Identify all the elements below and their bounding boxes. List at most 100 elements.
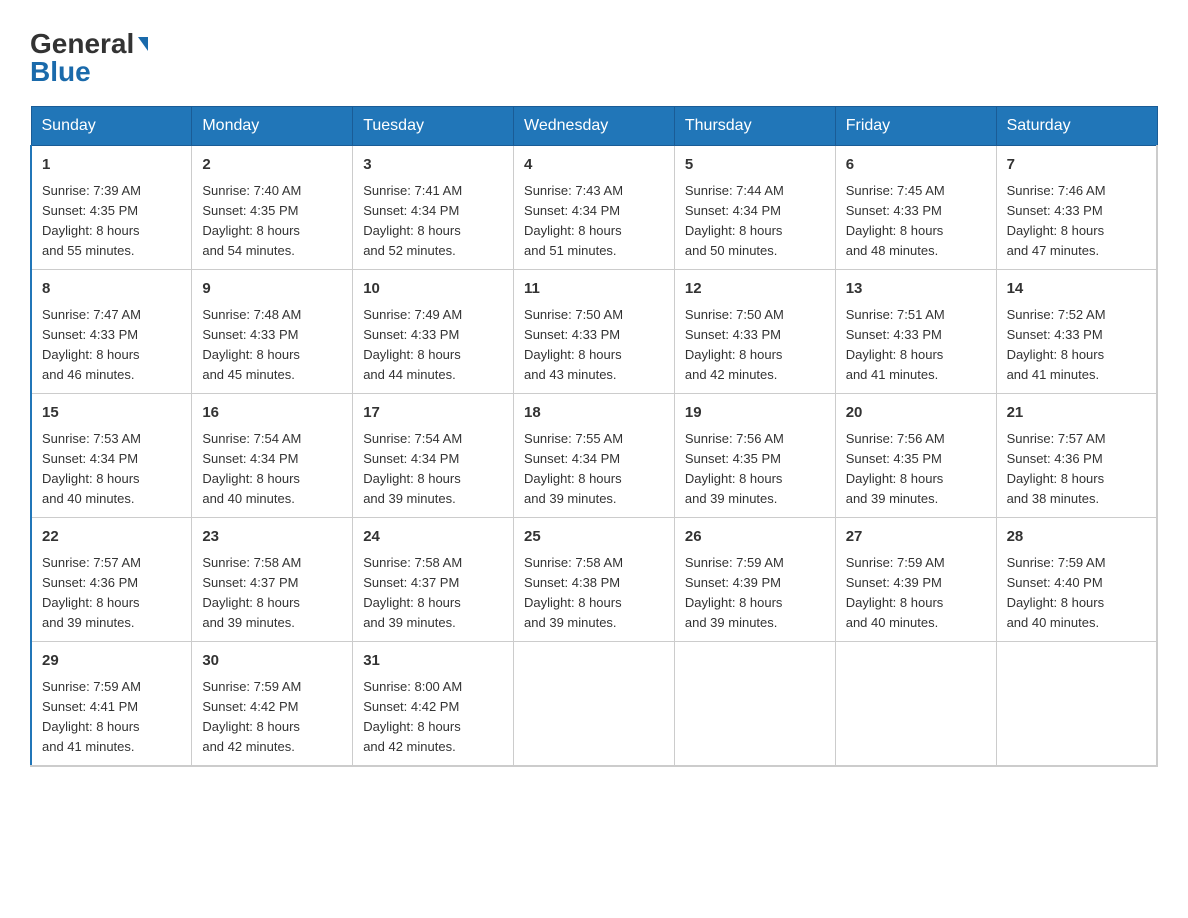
weekday-header-wednesday: Wednesday [514,107,675,146]
day-info: Sunrise: 7:40 AMSunset: 4:35 PMDaylight:… [202,181,342,262]
logo: General Blue [30,30,148,86]
day-number: 19 [685,402,825,425]
day-number: 12 [685,278,825,301]
calendar-cell: 3Sunrise: 7:41 AMSunset: 4:34 PMDaylight… [353,146,514,270]
calendar-cell [514,642,675,767]
weekday-header-sunday: Sunday [31,107,192,146]
calendar-cell: 2 Sunrise: 7:40 AMSunset: 4:35 PMDaylight… [192,146,353,270]
day-info: Sunrise: 7:59 AMSunset: 4:42 PMDaylight:… [202,677,342,758]
day-info: Sunrise: 7:48 AMSunset: 4:33 PMDaylight:… [202,305,342,386]
calendar-cell: 20 Sunrise: 7:56 AMSunset: 4:35 PMDayligh… [835,394,996,518]
calendar-cell: 6 Sunrise: 7:45 AMSunset: 4:33 PMDaylight… [835,146,996,270]
calendar-cell: 22 Sunrise: 7:57 AMSunset: 4:36 PMDayligh… [31,518,192,642]
day-info: Sunrise: 7:55 AMSunset: 4:34 PMDaylight:… [524,429,664,510]
calendar-cell: 4 Sunrise: 7:43 AMSunset: 4:34 PMDaylight… [514,146,675,270]
calendar-cell: 7Sunrise: 7:46 AMSunset: 4:33 PMDaylight… [996,146,1157,270]
day-number: 26 [685,526,825,549]
calendar-cell: 23 Sunrise: 7:58 AMSunset: 4:37 PMDayligh… [192,518,353,642]
weekday-header-tuesday: Tuesday [353,107,514,146]
logo-blue-text: Blue [30,58,91,86]
calendar-table: SundayMondayTuesdayWednesdayThursdayFrid… [30,106,1158,767]
day-number: 15 [42,402,181,425]
day-info: Sunrise: 7:45 AMSunset: 4:33 PMDaylight:… [846,181,986,262]
calendar-cell: 17Sunrise: 7:54 AMSunset: 4:34 PMDayligh… [353,394,514,518]
calendar-cell [996,642,1157,767]
weekday-header-saturday: Saturday [996,107,1157,146]
weekday-header-monday: Monday [192,107,353,146]
day-number: 14 [1007,278,1146,301]
calendar-cell: 27Sunrise: 7:59 AMSunset: 4:39 PMDayligh… [835,518,996,642]
day-info: Sunrise: 7:50 AMSunset: 4:33 PMDaylight:… [685,305,825,386]
calendar-cell: 16Sunrise: 7:54 AMSunset: 4:34 PMDayligh… [192,394,353,518]
week-row-1: 1 Sunrise: 7:39 AMSunset: 4:35 PMDaylight… [31,146,1157,270]
calendar-cell: 5 Sunrise: 7:44 AMSunset: 4:34 PMDaylight… [674,146,835,270]
weekday-header-thursday: Thursday [674,107,835,146]
day-number: 5 [685,154,825,177]
day-number: 7 [1007,154,1146,177]
day-info: Sunrise: 7:56 AMSunset: 4:35 PMDaylight:… [846,429,986,510]
day-info: Sunrise: 7:59 AMSunset: 4:39 PMDaylight:… [685,553,825,634]
day-info: Sunrise: 7:58 AMSunset: 4:37 PMDaylight:… [202,553,342,634]
calendar-cell [674,642,835,767]
calendar-cell: 11Sunrise: 7:50 AMSunset: 4:33 PMDayligh… [514,270,675,394]
day-info: Sunrise: 7:59 AMSunset: 4:40 PMDaylight:… [1007,553,1146,634]
day-info: Sunrise: 7:53 AMSunset: 4:34 PMDaylight:… [42,429,181,510]
day-info: Sunrise: 7:50 AMSunset: 4:33 PMDaylight:… [524,305,664,386]
calendar-cell: 1 Sunrise: 7:39 AMSunset: 4:35 PMDaylight… [31,146,192,270]
day-number: 1 [42,154,181,177]
day-info: Sunrise: 7:57 AMSunset: 4:36 PMDaylight:… [42,553,181,634]
day-number: 4 [524,154,664,177]
day-number: 30 [202,650,342,673]
day-number: 17 [363,402,503,425]
day-info: Sunrise: 7:51 AMSunset: 4:33 PMDaylight:… [846,305,986,386]
calendar-cell: 9 Sunrise: 7:48 AMSunset: 4:33 PMDaylight… [192,270,353,394]
day-number: 22 [42,526,181,549]
header: General Blue [30,30,1158,86]
calendar-cell: 19 Sunrise: 7:56 AMSunset: 4:35 PMDayligh… [674,394,835,518]
day-info: Sunrise: 7:39 AMSunset: 4:35 PMDaylight:… [42,181,181,262]
day-info: Sunrise: 7:58 AMSunset: 4:38 PMDaylight:… [524,553,664,634]
week-row-4: 22 Sunrise: 7:57 AMSunset: 4:36 PMDayligh… [31,518,1157,642]
day-info: Sunrise: 7:41 AMSunset: 4:34 PMDaylight:… [363,181,503,262]
day-number: 9 [202,278,342,301]
calendar-cell: 18Sunrise: 7:55 AMSunset: 4:34 PMDayligh… [514,394,675,518]
day-info: Sunrise: 7:57 AMSunset: 4:36 PMDaylight:… [1007,429,1146,510]
calendar-cell: 24 Sunrise: 7:58 AMSunset: 4:37 PMDayligh… [353,518,514,642]
day-number: 31 [363,650,503,673]
calendar-cell: 10 Sunrise: 7:49 AMSunset: 4:33 PMDayligh… [353,270,514,394]
day-info: Sunrise: 7:47 AMSunset: 4:33 PMDaylight:… [42,305,181,386]
day-number: 13 [846,278,986,301]
day-number: 28 [1007,526,1146,549]
calendar-cell: 12 Sunrise: 7:50 AMSunset: 4:33 PMDayligh… [674,270,835,394]
calendar-cell: 29 Sunrise: 7:59 AMSunset: 4:41 PMDayligh… [31,642,192,767]
day-info: Sunrise: 7:49 AMSunset: 4:33 PMDaylight:… [363,305,503,386]
week-row-2: 8 Sunrise: 7:47 AMSunset: 4:33 PMDaylight… [31,270,1157,394]
day-number: 20 [846,402,986,425]
calendar-cell: 30 Sunrise: 7:59 AMSunset: 4:42 PMDayligh… [192,642,353,767]
day-number: 6 [846,154,986,177]
day-info: Sunrise: 7:56 AMSunset: 4:35 PMDaylight:… [685,429,825,510]
calendar-cell: 25Sunrise: 7:58 AMSunset: 4:38 PMDayligh… [514,518,675,642]
day-info: Sunrise: 7:54 AMSunset: 4:34 PMDaylight:… [202,429,342,510]
day-info: Sunrise: 7:59 AMSunset: 4:41 PMDaylight:… [42,677,181,758]
day-info: Sunrise: 7:58 AMSunset: 4:37 PMDaylight:… [363,553,503,634]
day-info: Sunrise: 8:00 AMSunset: 4:42 PMDaylight:… [363,677,503,758]
day-info: Sunrise: 7:44 AMSunset: 4:34 PMDaylight:… [685,181,825,262]
calendar-cell: 21 Sunrise: 7:57 AMSunset: 4:36 PMDayligh… [996,394,1157,518]
day-info: Sunrise: 7:43 AMSunset: 4:34 PMDaylight:… [524,181,664,262]
day-number: 10 [363,278,503,301]
calendar-cell [835,642,996,767]
calendar-cell: 26 Sunrise: 7:59 AMSunset: 4:39 PMDayligh… [674,518,835,642]
day-info: Sunrise: 7:59 AMSunset: 4:39 PMDaylight:… [846,553,986,634]
calendar-cell: 15 Sunrise: 7:53 AMSunset: 4:34 PMDayligh… [31,394,192,518]
day-number: 2 [202,154,342,177]
weekday-header-friday: Friday [835,107,996,146]
day-number: 24 [363,526,503,549]
day-number: 8 [42,278,181,301]
week-row-3: 15 Sunrise: 7:53 AMSunset: 4:34 PMDayligh… [31,394,1157,518]
day-number: 21 [1007,402,1146,425]
day-number: 29 [42,650,181,673]
day-number: 23 [202,526,342,549]
calendar-cell: 31 Sunrise: 8:00 AMSunset: 4:42 PMDayligh… [353,642,514,767]
week-row-5: 29 Sunrise: 7:59 AMSunset: 4:41 PMDayligh… [31,642,1157,767]
